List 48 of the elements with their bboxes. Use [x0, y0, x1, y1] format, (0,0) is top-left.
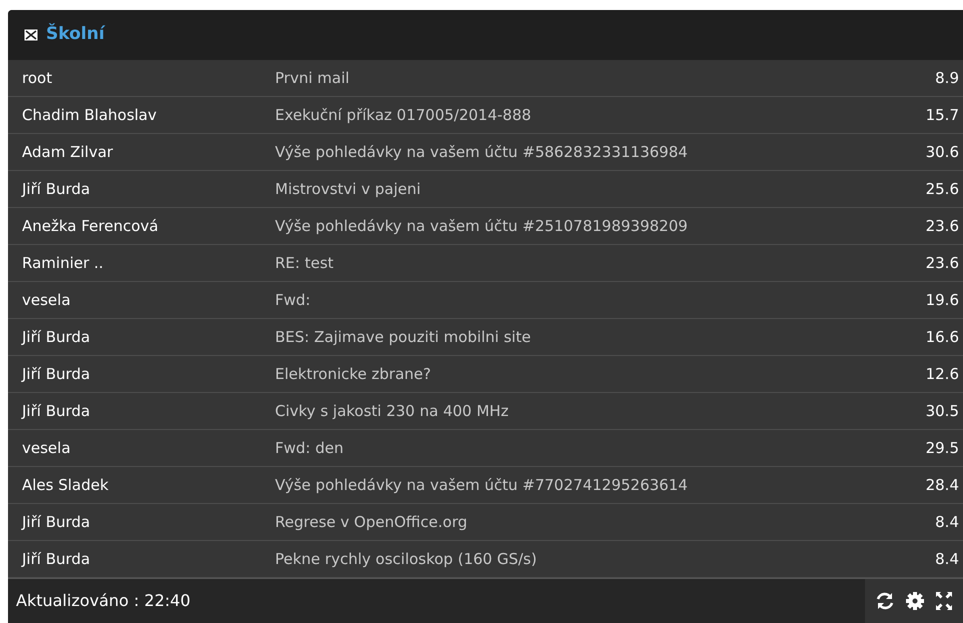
- sender-cell-text: Ales Sladek: [21, 474, 110, 496]
- size-cell-text: 28.4: [926, 474, 960, 496]
- size-cell-text: 8.4: [935, 512, 960, 533]
- sender-cell-text: Jiří Burda: [20, 548, 92, 570]
- size-cell-text: 12.6: [926, 364, 960, 385]
- subject-cell-text: Regrese v OpenOffice.org: [275, 512, 468, 533]
- sender-cell-text: Jiří Burda: [20, 364, 92, 385]
- sender-cell-text: Jiří Burda: [20, 400, 92, 422]
- subject-cell-text: Mistrovstvi v pajeni: [275, 178, 422, 200]
- subject-cell-text: BES: Zajimave pouziti mobilni site: [275, 326, 532, 348]
- fullscreen-icon[interactable]: [935, 591, 953, 611]
- size-cell-text: 19.6: [926, 290, 960, 311]
- envelope-icon: [24, 29, 38, 41]
- subject-cell-text: Pekne rychly osciloskop (160 GS/s): [275, 548, 538, 570]
- size-cell-text: 15.7: [926, 104, 960, 126]
- sender-cell-text: Jiří Burda: [20, 512, 92, 533]
- size-cell-text: 30.6: [926, 142, 960, 163]
- subject-cell-text: Výše pohledávky na vašem účtu #7702741295263614: [275, 474, 689, 496]
- size-cell-text: 25.6: [926, 178, 960, 200]
- sender-cell-text: vesela: [21, 290, 72, 311]
- refresh-icon[interactable]: [875, 591, 895, 611]
- settings-icon[interactable]: [905, 591, 925, 611]
- sender-cell-text: Raminier ..: [21, 252, 104, 274]
- panel-title: Školní: [46, 22, 105, 46]
- subject-cell-text: Elektronicke zbrane?: [275, 364, 432, 385]
- sender-cell-text: Adam Zilvar: [21, 142, 114, 163]
- sender-cell-text: Jiří Burda: [20, 178, 92, 200]
- updated-time: Aktualizováno : 22:40: [15, 590, 190, 612]
- size-cell-text: 30.5: [926, 400, 960, 422]
- size-cell-text: 8.9: [935, 68, 960, 89]
- sender-cell-text: vesela: [21, 438, 72, 459]
- sender-cell-text: Jiří Burda: [20, 326, 92, 348]
- subject-cell-text: Fwd: den: [275, 438, 344, 459]
- size-cell-text: 23.6: [926, 252, 960, 274]
- subject-cell-text: RE: test: [275, 252, 335, 274]
- subject-cell-text: Výše pohledávky na vašem účtu #5862832331136984: [275, 142, 689, 163]
- size-cell-text: 16.6: [926, 326, 960, 348]
- subject-cell-text: Výše pohledávky na vašem účtu #2510781989398209: [275, 216, 689, 237]
- sender-cell-text: root: [21, 68, 54, 89]
- subject-cell-text: Fwd:: [275, 290, 312, 311]
- size-cell-text: 8.4: [935, 548, 960, 570]
- size-cell-text: 23.6: [926, 216, 960, 237]
- sender-cell-text: Chadim Blahoslav: [21, 104, 158, 126]
- subject-cell-text: Civky s jakosti 230 na 400 MHz: [275, 400, 510, 422]
- subject-cell-text: Exekuční příkaz 017005/2014-888: [275, 104, 532, 126]
- size-cell-text: 29.5: [926, 438, 960, 459]
- subject-cell-text: Prvni mail: [275, 68, 350, 89]
- sender-cell-text: Anežka Ferencová: [21, 216, 160, 237]
